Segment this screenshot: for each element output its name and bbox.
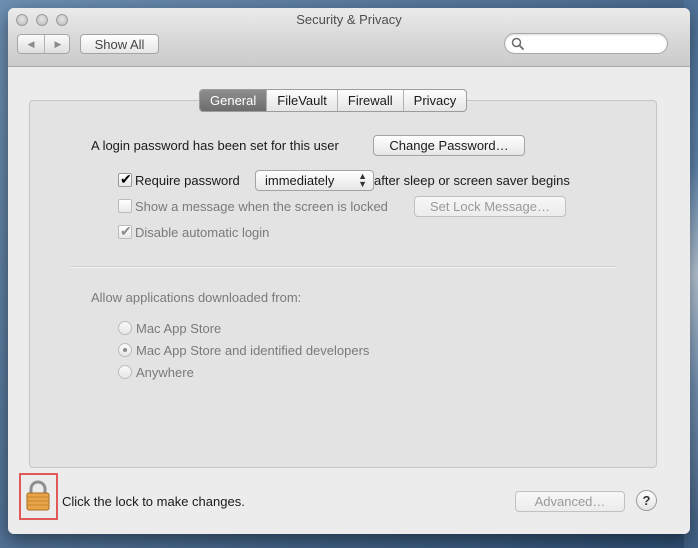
tab-firewall[interactable]: Firewall: [338, 90, 404, 111]
back-forward-control: ◀ ▶: [17, 34, 70, 54]
radio-mac-app-store[interactable]: [118, 321, 132, 335]
back-button[interactable]: ◀: [18, 35, 44, 53]
section-divider: [70, 266, 616, 268]
radio-mac-app-store-label: Mac App Store: [136, 321, 222, 336]
forward-button[interactable]: ▶: [45, 35, 71, 53]
lock-instruction-text: Click the lock to make changes.: [62, 494, 245, 509]
title-bar: Security & Privacy ◀ ▶ Show All: [8, 8, 690, 67]
show-all-button[interactable]: Show All: [80, 34, 159, 54]
show-message-checkbox[interactable]: [118, 199, 132, 213]
lock-icon: [26, 480, 50, 511]
tab-privacy[interactable]: Privacy: [404, 90, 467, 111]
disable-auto-login-label: Disable automatic login: [135, 225, 270, 240]
radio-anywhere-label: Anywhere: [136, 365, 194, 380]
require-password-delay-value: immediately: [265, 173, 335, 188]
require-password-delay-popup[interactable]: immediately ▲ ▼: [255, 170, 374, 191]
general-pane: [29, 100, 657, 468]
window-title: Security & Privacy: [296, 12, 402, 27]
set-lock-message-button[interactable]: Set Lock Message…: [414, 196, 566, 217]
allow-apps-heading: Allow applications downloaded from:: [91, 290, 302, 305]
updown-arrows-icon: ▲ ▼: [358, 171, 367, 189]
checkmark-icon: ✔: [120, 171, 132, 187]
tab-general[interactable]: General: [200, 90, 268, 111]
require-password-checkbox[interactable]: ✔: [118, 171, 132, 187]
search-icon: [511, 37, 524, 50]
radio-identified-developers[interactable]: [118, 343, 132, 357]
lock-button-highlight[interactable]: [19, 473, 58, 520]
show-message-label: Show a message when the screen is locked: [135, 199, 388, 214]
radio-selected-dot: [123, 348, 127, 352]
radio-anywhere[interactable]: [118, 365, 132, 379]
require-password-label: Require password: [135, 173, 240, 188]
chevron-right-icon: ▶: [54, 38, 62, 49]
login-password-text: A login password has been set for this u…: [91, 138, 339, 153]
tab-filevault[interactable]: FileVault: [267, 90, 338, 111]
disable-auto-login-checkbox[interactable]: ✔: [118, 223, 132, 239]
help-button[interactable]: ?: [636, 490, 657, 511]
advanced-button[interactable]: Advanced…: [515, 491, 625, 512]
chevron-left-icon: ◀: [27, 38, 35, 49]
radio-identified-developers-label: Mac App Store and identified developers: [136, 343, 370, 358]
after-sleep-text: after sleep or screen saver begins: [374, 173, 570, 188]
tab-bar: General FileVault Firewall Privacy: [199, 89, 468, 112]
preferences-window: Security & Privacy ◀ ▶ Show All General …: [8, 8, 690, 534]
change-password-button[interactable]: Change Password…: [373, 135, 525, 156]
checkmark-icon: ✔: [120, 223, 132, 239]
search-input[interactable]: [504, 33, 668, 54]
